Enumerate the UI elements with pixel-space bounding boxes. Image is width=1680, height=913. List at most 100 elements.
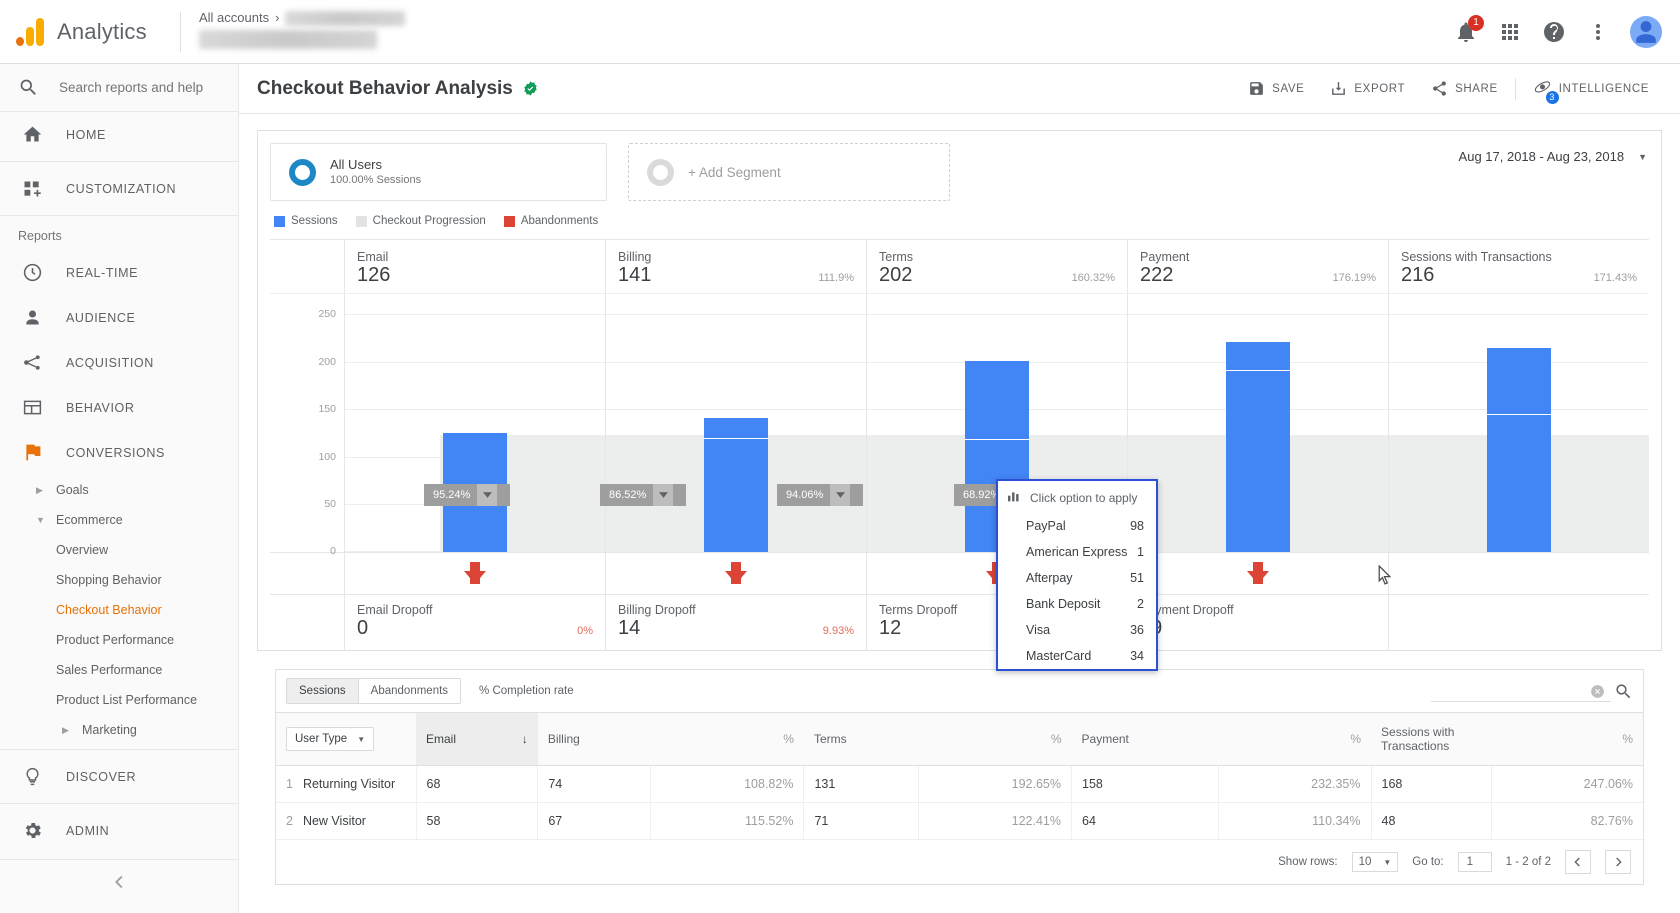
sidebar-item-ecommerce[interactable]: ▼ Ecommerce [0, 505, 238, 535]
progression-chip-email[interactable]: 95.24% [424, 484, 510, 506]
sidebar-label-marketing: Marketing [82, 723, 137, 737]
sidebar-search[interactable] [0, 64, 238, 112]
breadcrumb[interactable]: All accounts › [199, 9, 405, 54]
tab-abandonments[interactable]: Abandonments [358, 679, 460, 703]
add-segment-button[interactable]: + Add Segment [628, 143, 950, 201]
funnel-step-value: 126 [357, 264, 390, 287]
sidebar-item-customization[interactable]: CUSTOMIZATION [0, 166, 238, 211]
funnel-bar-col-payment[interactable] [1127, 294, 1388, 552]
behavior-icon [20, 396, 44, 420]
breadcrumb-all-accounts[interactable]: All accounts [199, 9, 269, 27]
apps-grid-icon[interactable] [1498, 20, 1522, 44]
sidebar-item-discover[interactable]: DISCOVER [0, 754, 238, 799]
popup-item-bank-deposit[interactable]: Bank Deposit 2 [998, 591, 1156, 617]
funnel-bar-col-email[interactable] [344, 294, 605, 552]
bar-payment[interactable] [1226, 342, 1290, 552]
sidebar-item-conversions[interactable]: CONVERSIONS [0, 430, 238, 475]
sidebar-item-goals[interactable]: ▶ Goals [0, 475, 238, 505]
sidebar-item-product-list-performance[interactable]: ▶ Product List Performance [0, 685, 238, 715]
column-header-terms[interactable]: Terms [804, 713, 919, 766]
row-name[interactable]: Returning Visitor [303, 777, 395, 791]
sidebar-item-overview[interactable]: ▶ Overview [0, 535, 238, 565]
sidebar-item-audience[interactable]: AUDIENCE [0, 295, 238, 340]
sidebar-item-home[interactable]: HOME [0, 112, 238, 157]
popup-item-value: 1 [1137, 545, 1144, 559]
sidebar-item-sales-performance[interactable]: ▶ Sales Performance [0, 655, 238, 685]
column-header-billing-pct[interactable]: % [651, 713, 804, 766]
column-header-payment-pct[interactable]: % [1218, 713, 1371, 766]
tab-sessions[interactable]: Sessions [287, 679, 358, 703]
progression-options-popup[interactable]: Click option to apply PayPal 98 American… [996, 479, 1158, 671]
table-search-input[interactable] [1431, 680, 1611, 702]
bell-icon[interactable]: 1 [1454, 20, 1478, 44]
funnel-bar-col-billing[interactable] [605, 294, 866, 552]
avatar[interactable] [1630, 16, 1662, 48]
more-vert-icon[interactable] [1586, 20, 1610, 44]
progression-chip-terms[interactable]: 94.06% [777, 484, 863, 506]
popup-item-label: Afterpay [1026, 571, 1073, 585]
sidebar-label-home: HOME [66, 128, 106, 142]
table-row[interactable]: 1Returning Visitor 68 74 108.82% 131 192… [276, 766, 1643, 803]
popup-item-visa[interactable]: Visa 36 [998, 617, 1156, 643]
brand-logo-area[interactable]: Analytics [0, 18, 178, 46]
column-header-transactions-pct[interactable]: % [1491, 713, 1643, 766]
share-button[interactable]: SHARE [1418, 80, 1511, 97]
next-page-button[interactable] [1605, 850, 1631, 874]
search-input[interactable] [59, 80, 219, 95]
sidebar-item-shopping-behavior[interactable]: ▶ Shopping Behavior [0, 565, 238, 595]
goto-input[interactable]: 1 [1458, 852, 1492, 872]
bar-transactions[interactable] [1487, 348, 1551, 552]
progression-percent: 94.06% [786, 489, 823, 501]
sidebar-item-behavior[interactable]: BEHAVIOR [0, 385, 238, 430]
column-header-transactions[interactable]: Sessions with Transactions [1371, 713, 1491, 766]
help-icon[interactable] [1542, 20, 1566, 44]
sidebar-item-admin[interactable]: ADMIN [0, 808, 238, 853]
sidebar-item-acquisition[interactable]: ACQUISITION [0, 340, 238, 385]
search-icon[interactable] [1614, 682, 1633, 701]
sidebar-label-ecommerce: Ecommerce [56, 513, 123, 527]
legend-label-abandonments: Abandonments [521, 215, 598, 227]
sidebar-item-marketing[interactable]: ▶ Marketing [0, 715, 238, 745]
sidebar-item-real-time[interactable]: REAL-TIME [0, 250, 238, 295]
row-name[interactable]: New Visitor [303, 814, 366, 828]
sidebar-item-checkout-behavior[interactable]: ▶ Checkout Behavior [0, 595, 238, 625]
intelligence-button[interactable]: 3 INTELLIGENCE [1520, 79, 1662, 98]
pagination-range: 1 - 2 of 2 [1506, 856, 1551, 868]
popup-item-afterpay[interactable]: Afterpay 51 [998, 565, 1156, 591]
popup-item-american-express[interactable]: American Express 1 [998, 539, 1156, 565]
completion-rate-link[interactable]: % Completion rate [479, 685, 574, 697]
table-row[interactable]: 2New Visitor 58 67 115.52% 71 122.41% 64… [276, 803, 1643, 840]
progression-dropdown-button[interactable] [830, 484, 850, 506]
breadcrumb-separator: › [275, 9, 279, 27]
progression-dropdown-button[interactable] [653, 484, 673, 506]
column-header-terms-pct[interactable]: % [919, 713, 1072, 766]
segment-all-users[interactable]: All Users 100.00% Sessions [270, 143, 607, 201]
funnel-bar-col-transactions[interactable] [1388, 294, 1649, 552]
segment-bar: All Users 100.00% Sessions + Add Segment… [258, 131, 1661, 201]
popup-item-mastercard[interactable]: MasterCard 34 [998, 643, 1156, 669]
user-type-selector[interactable]: User Type ▼ [286, 727, 374, 751]
search-icon [18, 77, 39, 98]
customization-icon [20, 177, 44, 201]
progression-chip-billing[interactable]: 86.52% [600, 484, 686, 506]
prev-page-button[interactable] [1565, 850, 1591, 874]
header-actions-divider [1515, 78, 1516, 100]
y-tick: 50 [324, 498, 336, 510]
popup-item-label: PayPal [1026, 519, 1066, 533]
legend-swatch-progression [356, 216, 367, 227]
sidebar-collapse-button[interactable] [0, 859, 239, 903]
funnel-step-label: Email [357, 250, 593, 264]
column-header-billing[interactable]: Billing [538, 713, 651, 766]
export-button[interactable]: EXPORT [1317, 80, 1418, 97]
dropoff-value: 14 [618, 617, 640, 640]
date-range-picker[interactable]: Aug 17, 2018 - Aug 23, 2018 ▼ [1459, 149, 1647, 164]
column-header-payment[interactable]: Payment [1072, 713, 1218, 766]
show-rows-select[interactable]: 10 ▼ [1352, 852, 1399, 872]
bar-billing[interactable] [704, 418, 768, 552]
save-button[interactable]: SAVE [1235, 80, 1317, 97]
progression-dropdown-button[interactable] [477, 484, 497, 506]
y-tick: 150 [318, 403, 336, 415]
sidebar-item-product-performance[interactable]: ▶ Product Performance [0, 625, 238, 655]
popup-item-paypal[interactable]: PayPal 98 [998, 513, 1156, 539]
column-header-email[interactable]: Email ↓ [416, 713, 538, 766]
